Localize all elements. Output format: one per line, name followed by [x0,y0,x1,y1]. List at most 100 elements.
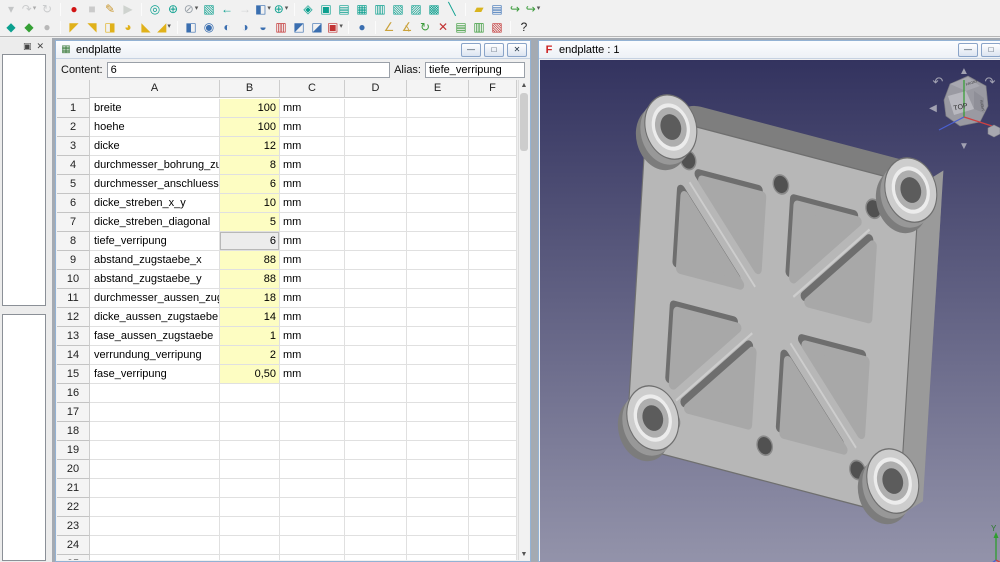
cell-A3[interactable]: dicke [90,137,220,156]
row-header-4[interactable]: 4 [57,156,90,175]
undo-caret-icon[interactable]: ▾ [2,1,20,17]
cell-F4[interactable] [469,156,517,175]
cell-C17[interactable] [280,403,345,422]
cell-E25[interactable] [407,555,469,560]
cell-E19[interactable] [407,441,469,460]
cell-A18[interactable] [90,422,220,441]
row-header-1[interactable]: 1 [57,99,90,118]
cell-D13[interactable] [345,327,407,346]
macro-edit-icon[interactable]: ✎ [101,1,119,17]
cell-B1[interactable]: 100 [220,99,280,118]
navcube-mini-cube-icon[interactable] [987,124,1000,138]
cell-F5[interactable] [469,175,517,194]
part-chamfer-icon[interactable]: ◣ [137,19,155,35]
fit-selection-icon[interactable]: ◎ [146,1,164,17]
cell-content-input[interactable] [106,62,391,78]
cell-C23[interactable] [280,517,345,536]
cell-E22[interactable] [407,498,469,517]
row-header-24[interactable]: 24 [57,536,90,555]
open-folder-icon[interactable]: ▤ [488,1,506,17]
part-fillet-icon[interactable]: ◕ [119,19,137,35]
cell-E2[interactable] [407,118,469,137]
draw-style-icon[interactable]: ◧ ▾ [254,1,272,17]
cell-A15[interactable]: fase_verripung [90,365,220,384]
cell-E16[interactable] [407,384,469,403]
row-header-16[interactable]: 16 [57,384,90,403]
row-header-2[interactable]: 2 [57,118,90,137]
cell-D9[interactable] [345,251,407,270]
cell-B25[interactable] [220,555,280,560]
cell-C18[interactable] [280,422,345,441]
view-front-icon[interactable]: ▤ [335,1,353,17]
cell-B13[interactable]: 1 [220,327,280,346]
cell-E5[interactable] [407,175,469,194]
cell-C13[interactable]: mm [280,327,345,346]
cross-sections-icon[interactable]: ▥ [272,19,290,35]
cell-E18[interactable] [407,422,469,441]
cell-F15[interactable] [469,365,517,384]
cell-D11[interactable] [345,289,407,308]
macro-record-icon[interactable]: ● [65,1,83,17]
cell-C7[interactable]: mm [280,213,345,232]
dropdown-caret-icon[interactable]: ▾ [33,1,37,17]
row-header-13[interactable]: 13 [57,327,90,346]
row-header-12[interactable]: 12 [57,308,90,327]
maximize-button[interactable]: □ [484,42,504,57]
dock-close-icon[interactable]: ✕ [36,41,44,52]
zoom-tools-icon[interactable]: ⊕ ▾ [272,1,290,17]
row-header-17[interactable]: 17 [57,403,90,422]
view-right-icon[interactable]: ▥ [371,1,389,17]
cell-D12[interactable] [345,308,407,327]
cell-F25[interactable] [469,555,517,560]
part-ruled-surface-icon[interactable]: ◢ ▾ [155,19,173,35]
cell-B11[interactable]: 18 [220,289,280,308]
view-rear-icon[interactable]: ▧ [389,1,407,17]
maximize-button[interactable]: □ [981,43,1000,57]
row-header-18[interactable]: 18 [57,422,90,441]
part-offset-icon[interactable]: ▣ ▾ [326,19,344,35]
cell-C3[interactable]: mm [280,137,345,156]
cell-A10[interactable]: abstand_zugstaebe_y [90,270,220,289]
cell-C25[interactable] [280,555,345,560]
cell-D18[interactable] [345,422,407,441]
cell-A5[interactable]: durchmesser_anschluesse [90,175,220,194]
cell-C20[interactable] [280,460,345,479]
cell-C1[interactable]: mm [280,99,345,118]
part-simple-copy-icon[interactable]: ◆ [2,19,20,35]
part-loft-icon[interactable]: ◩ [290,19,308,35]
cell-D6[interactable] [345,194,407,213]
cell-D20[interactable] [345,460,407,479]
cell-F24[interactable] [469,536,517,555]
row-header-19[interactable]: 19 [57,441,90,460]
cell-E6[interactable] [407,194,469,213]
navcube-arrow-down-icon[interactable]: ▼ [959,141,969,152]
measure-refresh-icon[interactable]: ↻ [416,19,434,35]
cell-B18[interactable] [220,422,280,441]
cell-E11[interactable] [407,289,469,308]
export-options-icon[interactable]: ↪ ▾ [524,1,542,17]
redo-icon[interactable]: ↷ ▾ [20,1,38,17]
cell-D24[interactable] [345,536,407,555]
part-tube-icon[interactable]: ● [353,19,371,35]
boolean-union-icon[interactable]: ◉ [200,19,218,35]
measure-angular-icon[interactable]: ∡ [398,19,416,35]
dropdown-caret-icon[interactable]: ▾ [267,1,271,17]
cell-F13[interactable] [469,327,517,346]
cell-E20[interactable] [407,460,469,479]
cell-E7[interactable] [407,213,469,232]
cell-C14[interactable]: mm [280,346,345,365]
cell-B15[interactable]: 0,50 [220,365,280,384]
cell-E13[interactable] [407,327,469,346]
cell-E1[interactable] [407,99,469,118]
clipping-icon[interactable]: ⊘ ▾ [182,1,200,17]
cell-B9[interactable]: 88 [220,251,280,270]
row-header-15[interactable]: 15 [57,365,90,384]
navcube-arrow-left-icon[interactable]: ◀ [929,103,937,114]
whats-this-icon[interactable]: ? [515,19,533,35]
cell-F20[interactable] [469,460,517,479]
navcube-rotate-ccw-icon[interactable]: ↶ [933,74,944,89]
row-header-6[interactable]: 6 [57,194,90,213]
3d-viewport[interactable]: ▲ ◀ ▼ ↶ ↷ TOP FRONT RIGHT Y [540,60,1000,562]
cell-E23[interactable] [407,517,469,536]
cell-B22[interactable] [220,498,280,517]
